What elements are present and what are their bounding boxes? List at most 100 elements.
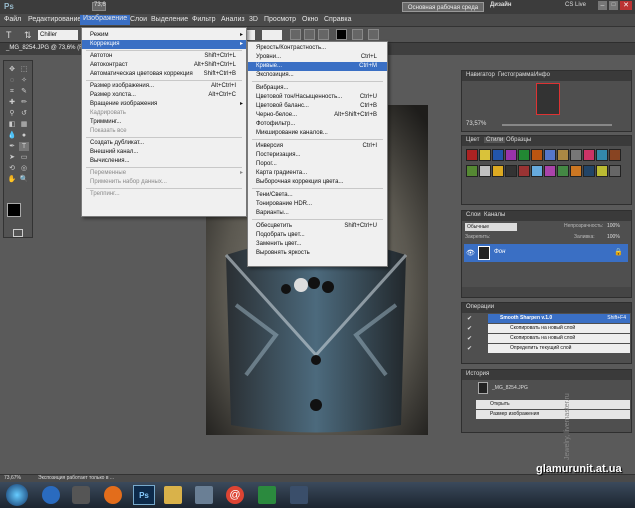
image-viewer-icon[interactable] [195, 486, 213, 504]
menu-analysis[interactable]: Анализ [221, 16, 245, 23]
menu-filter[interactable]: Фильтр [192, 16, 216, 23]
minimize-icon[interactable]: – [598, 1, 607, 10]
action-row[interactable]: Определить текущий слой [488, 344, 630, 353]
action-checkbox-icon[interactable]: ✔ [467, 335, 472, 342]
tab-swatches[interactable]: Образцы [506, 137, 531, 143]
zoom-field[interactable]: 73,6 [94, 2, 106, 8]
style-swatch[interactable] [557, 149, 569, 161]
style-swatch[interactable] [466, 165, 478, 177]
navigator-zoom[interactable]: 73,57% [466, 121, 486, 127]
style-swatch[interactable] [492, 149, 504, 161]
action-checkbox-icon[interactable]: ✔ [467, 315, 472, 322]
corrections-menu-item[interactable]: Порог... [248, 160, 387, 169]
magic-wand-icon[interactable]: ✧ [19, 76, 29, 85]
cs-live-label[interactable]: CS Live [565, 2, 586, 8]
tab-navigator[interactable]: Навигатор [466, 72, 495, 78]
style-swatch[interactable] [518, 165, 530, 177]
explorer-icon[interactable] [164, 486, 182, 504]
tab-history[interactable]: История [466, 371, 489, 377]
3d-rotate-icon[interactable]: ⟲ [7, 164, 17, 173]
blend-mode-select[interactable]: Обычные [465, 223, 517, 231]
corrections-menu-item[interactable]: Вибрация... [248, 84, 387, 93]
style-swatch[interactable] [531, 149, 543, 161]
style-swatch[interactable] [479, 149, 491, 161]
history-snapshot-thumbnail[interactable] [478, 382, 488, 394]
corrections-menu-item[interactable]: Кривые... Ctrl+M [248, 62, 387, 71]
corrections-menu-item[interactable]: Выборочная коррекция цвета... [248, 178, 387, 187]
corrections-menu-item[interactable]: Уровни... Ctrl+L [248, 53, 387, 62]
history-step[interactable]: Открыть [476, 400, 630, 409]
crop-tool-icon[interactable]: ⌗ [7, 87, 17, 96]
path-select-icon[interactable]: ➤ [7, 153, 17, 162]
corrections-menu-item[interactable]: Цветовой тон/Насыщенность... Ctrl+U [248, 93, 387, 102]
menu-help[interactable]: Справка [324, 16, 351, 23]
corrections-menu-item[interactable]: Подобрать цвет... [248, 231, 387, 240]
menu-file[interactable]: Файл [4, 16, 21, 23]
image-menu-item[interactable]: Размер холста... Alt+Ctrl+C [82, 91, 246, 100]
image-menu-item[interactable]: Размер изображения... Alt+Ctrl+I [82, 82, 246, 91]
style-swatch[interactable] [570, 149, 582, 161]
layer-row[interactable]: 👁 Фон 🔒 [464, 244, 628, 262]
tab-histogram[interactable]: Гистограмма [498, 72, 534, 78]
image-menu-item[interactable]: Режим ▸ [82, 31, 246, 40]
corrections-menu-item[interactable]: Микширование каналов... [248, 129, 387, 138]
style-swatch[interactable] [570, 165, 582, 177]
quick-mask-icon[interactable] [13, 229, 23, 237]
blur-tool-icon[interactable]: 💧 [7, 131, 17, 140]
corrections-menu-item[interactable]: Карта градиента... [248, 169, 387, 178]
clone-stamp-icon[interactable]: ⚲ [7, 109, 17, 118]
font-family-select[interactable]: Chiller [38, 30, 78, 40]
corrections-menu-item[interactable]: Черно-белое... Alt+Shift+Ctrl+B [248, 111, 387, 120]
zoom-tool-icon[interactable]: 🔍 [19, 175, 29, 184]
firefox-icon[interactable] [104, 486, 122, 504]
hand-tool-icon[interactable]: ✋ [7, 175, 17, 184]
text-color-swatch[interactable] [336, 29, 347, 40]
corrections-menu-item[interactable]: Заменить цвет... [248, 240, 387, 249]
image-menu-item[interactable]: Автоконтраст Alt+Shift+Ctrl+L [82, 61, 246, 70]
menu-edit[interactable]: Редактирование [28, 16, 81, 23]
navigator-zoom-slider[interactable] [502, 124, 612, 126]
action-row[interactable]: Скопировать на новый слой [488, 334, 630, 343]
antialias-select[interactable] [262, 30, 282, 40]
tab-actions[interactable]: Операции [466, 304, 494, 310]
corrections-menu-item[interactable]: Тонирование HDR... [248, 200, 387, 209]
corrections-menu-item[interactable]: Постеризация... [248, 151, 387, 160]
style-swatch[interactable] [505, 149, 517, 161]
align-right-icon[interactable] [318, 29, 329, 40]
style-swatch[interactable] [557, 165, 569, 177]
style-swatch[interactable] [544, 165, 556, 177]
menu-3d[interactable]: 3D [249, 16, 258, 23]
style-swatch[interactable] [583, 165, 595, 177]
menu-image[interactable]: Изображение [80, 15, 131, 25]
style-swatch[interactable] [492, 165, 504, 177]
style-swatch[interactable] [609, 149, 621, 161]
corrections-menu-item[interactable]: Фотофильтр... [248, 120, 387, 129]
healing-brush-icon[interactable]: ✚ [7, 98, 17, 107]
history-snapshot[interactable]: _MG_8254.JPG [492, 385, 528, 391]
tab-color[interactable]: Цвет [466, 137, 479, 143]
lasso-tool-icon[interactable]: ◌ [7, 76, 17, 85]
history-brush-icon[interactable]: ↺ [19, 109, 29, 118]
image-menu-item[interactable]: Вычисления... [82, 157, 246, 166]
menu-layers[interactable]: Слои [130, 16, 147, 23]
warp-text-icon[interactable] [352, 29, 363, 40]
document-tab[interactable]: _MG_8254.JPG @ 73,6% (RG [6, 45, 88, 51]
brush-tool-icon[interactable]: ✏ [19, 98, 29, 107]
style-swatch[interactable] [609, 165, 621, 177]
action-checkbox-icon[interactable]: ✔ [467, 325, 472, 332]
align-center-icon[interactable] [304, 29, 315, 40]
marquee-tool-icon[interactable]: ⬚ [19, 65, 29, 74]
eraser-icon[interactable]: ◧ [7, 120, 17, 129]
style-swatch[interactable] [505, 165, 517, 177]
foreground-color-swatch[interactable] [7, 203, 21, 217]
tab-layers[interactable]: Слои [466, 212, 481, 218]
action-checkbox-icon[interactable]: ✔ [467, 345, 472, 352]
corrections-menu-item[interactable]: Выровнять яркость [248, 249, 387, 258]
type-tool-icon[interactable]: T [6, 30, 12, 40]
3d-orbit-icon[interactable]: ◎ [19, 164, 29, 173]
move-tool-icon[interactable]: ✥ [7, 65, 17, 74]
utorrent-icon[interactable] [258, 486, 276, 504]
shape-tool-icon[interactable]: ▭ [19, 153, 29, 162]
dodge-tool-icon[interactable]: ● [19, 131, 29, 140]
photoshop-taskbar-icon[interactable]: Ps [133, 485, 155, 505]
